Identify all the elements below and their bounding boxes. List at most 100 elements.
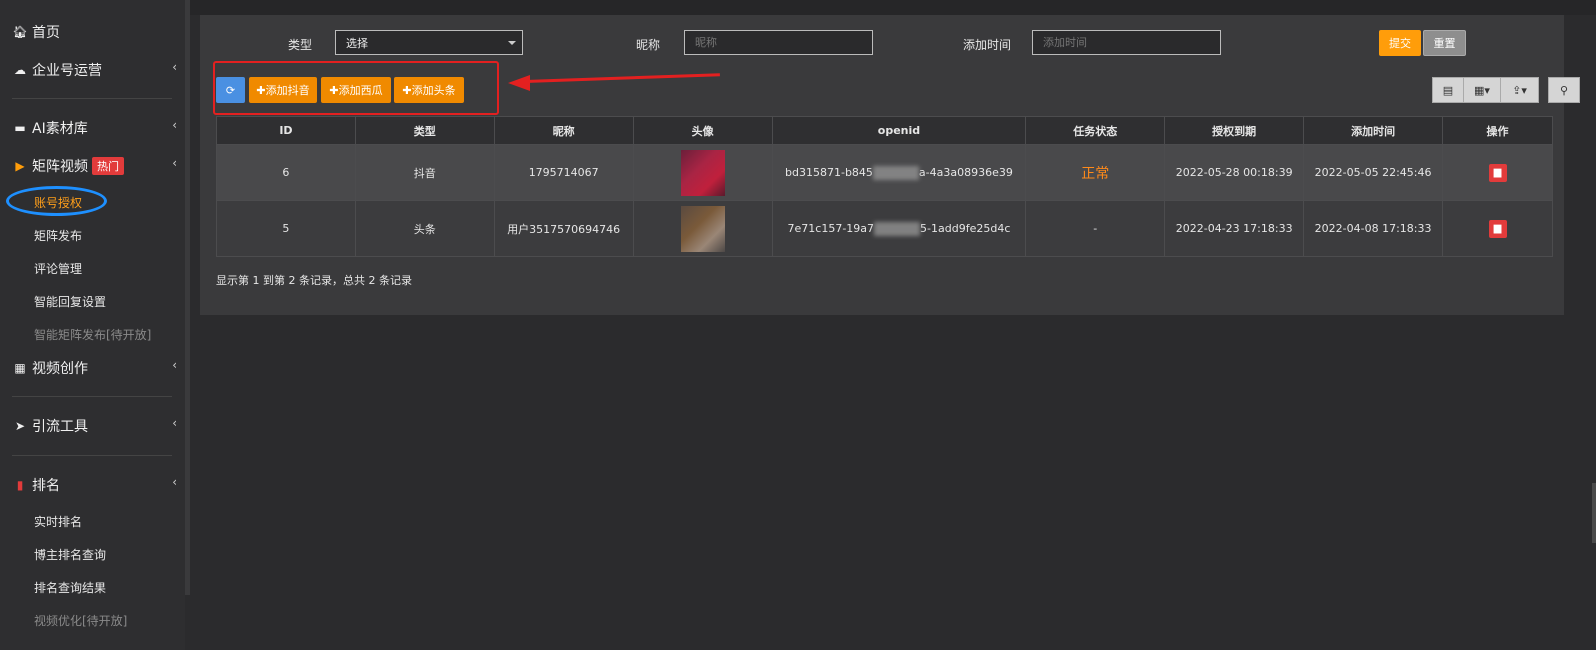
openid-suffix: a-4a3a08936e39	[918, 165, 1013, 179]
type-select-value: 选择	[346, 37, 368, 50]
nav-ai-material-label: AI素材库	[32, 121, 88, 137]
nav-ranking[interactable]: ▮ 排名 ‹	[12, 475, 177, 495]
nav-video-create[interactable]: ▦ 视频创作 ‹	[12, 358, 177, 378]
paper-plane-icon: ➤	[14, 419, 26, 433]
table-row[interactable]: 6 抖音 1795714067 bd315871-b845 a-4a3a08936…	[216, 144, 1553, 201]
openid-prefix: 7e71c157-19a7	[787, 221, 875, 235]
nav-traffic-tool-label: 引流工具	[32, 419, 88, 435]
nav-matrix-video[interactable]: ▶ 矩阵视频 热门 ‹	[12, 156, 177, 176]
cell-openid: bd315871-b845 a-4a3a08936e39	[771, 144, 1027, 201]
chevron-left-icon: ‹	[172, 416, 177, 430]
accounts-table: ID 类型 昵称 头像 openid 任务状态 授权到期 添加时间 操作 6 抖…	[216, 116, 1553, 257]
pagination-info: 显示第 1 到第 2 条记录，总共 2 条记录	[216, 274, 412, 287]
cell-id: 5	[216, 200, 356, 257]
nav-ai-material[interactable]: ▬ AI素材库 ‹	[12, 118, 177, 138]
cell-expire: 2022-04-23 17:18:33	[1164, 200, 1305, 257]
cell-nickname: 用户3517570694746	[493, 200, 634, 257]
nav-home-label: 首页	[32, 25, 60, 41]
table-row[interactable]: 5 头条 用户3517570694746 7e71c157-19a7 5-1add…	[216, 200, 1553, 257]
redaction-blur	[872, 165, 919, 180]
columns-dropdown-button[interactable]: ▦▾	[1463, 77, 1501, 103]
addtime-input[interactable]	[1032, 30, 1221, 55]
nav-video-create-label: 视频创作	[32, 361, 88, 377]
cell-type: 抖音	[354, 144, 495, 201]
sidebar-item-smart-reply[interactable]: 智能回复设置	[34, 293, 106, 310]
bar-chart-icon: ▮	[16, 478, 24, 492]
cell-status: -	[1025, 200, 1166, 257]
chevron-left-icon: ‹	[172, 358, 177, 372]
hot-badge: 热门	[92, 157, 124, 175]
cell-actions: ▆	[1442, 144, 1553, 201]
cell-openid: 7e71c157-19a7 5-1add9fe25d4c	[771, 200, 1027, 257]
nav-enterprise[interactable]: ☁ 企业号运营 ‹	[12, 60, 177, 80]
column-header[interactable]: ID	[216, 116, 356, 145]
trash-icon: ▆	[1493, 167, 1502, 178]
folder-icon: ▬	[14, 121, 26, 135]
openid-prefix: bd315871-b845	[785, 165, 873, 179]
sidebar: 🏠︎ 首页 ☁ 企业号运营 ‹ ▬ AI素材库 ‹ ▶ 矩阵视频 热门 ‹ 账号…	[0, 0, 185, 650]
chevron-left-icon: ‹	[172, 475, 177, 489]
addtime-label: 添加时间	[963, 38, 1012, 52]
reset-button[interactable]: 重置	[1423, 30, 1466, 56]
cell-actions: ▆	[1442, 200, 1553, 257]
column-header[interactable]: 类型	[354, 116, 495, 145]
nav-home[interactable]: 🏠︎ 首页	[12, 22, 177, 42]
status-text: 正常	[1081, 165, 1110, 182]
cell-added: 2022-04-08 17:18:33	[1303, 200, 1444, 257]
openid-suffix: 5-1add9fe25d4c	[920, 221, 1011, 235]
delete-button[interactable]: ▆	[1488, 219, 1507, 238]
type-select[interactable]: 选择	[335, 30, 523, 55]
cell-added: 2022-05-05 22:45:46	[1303, 144, 1444, 201]
submit-button[interactable]: 提交	[1379, 30, 1421, 56]
chevron-left-icon: ‹	[172, 60, 177, 74]
search-button[interactable]: ⚲	[1548, 77, 1580, 103]
grid-icon: ▦▾	[1474, 83, 1490, 97]
export-icon: ⇪▾	[1512, 83, 1527, 97]
nav-traffic-tool[interactable]: ➤ 引流工具 ‹	[12, 416, 177, 436]
cell-id: 6	[216, 144, 356, 201]
delete-button[interactable]: ▆	[1488, 163, 1507, 182]
sidebar-item-comment-manage[interactable]: 评论管理	[34, 260, 82, 277]
sidebar-item-rank-result[interactable]: 排名查询结果	[34, 579, 106, 596]
sidebar-item-blogger-rank[interactable]: 博主排名查询	[34, 546, 106, 563]
nickname-label: 昵称	[636, 38, 661, 52]
type-label: 类型	[288, 38, 313, 52]
list-icon: ▤	[1442, 83, 1454, 97]
sidebar-item-realtime-rank[interactable]: 实时排名	[34, 513, 82, 530]
nav-enterprise-label: 企业号运营	[32, 63, 102, 79]
cell-expire: 2022-05-28 00:18:39	[1164, 144, 1305, 201]
nickname-input[interactable]	[684, 30, 873, 55]
nav-ranking-label: 排名	[32, 478, 60, 494]
sidebar-item-video-optimize: 视频优化[待开放]	[34, 614, 128, 628]
column-header[interactable]: 头像	[632, 116, 773, 145]
film-icon: ▦	[14, 361, 26, 375]
sidebar-scrollbar[interactable]	[185, 0, 190, 595]
right-edge-handle[interactable]	[1592, 483, 1596, 543]
redaction-blur	[874, 221, 921, 236]
chevron-down-icon	[508, 41, 516, 45]
nav-matrix-video-label: 矩阵视频	[32, 159, 88, 175]
toggle-view-button[interactable]: ▤	[1432, 77, 1464, 103]
sidebar-item-smart-matrix: 智能矩阵发布[待开放]	[34, 328, 152, 342]
top-strip	[190, 0, 1596, 15]
sidebar-item-matrix-publish[interactable]: 矩阵发布	[34, 227, 82, 244]
home-icon: 🏠︎	[12, 25, 28, 39]
cell-avatar	[632, 200, 773, 257]
avatar	[680, 149, 725, 196]
trash-icon: ▆	[1493, 223, 1502, 234]
highlight-circle	[6, 186, 107, 216]
divider	[12, 455, 172, 456]
cell-avatar	[632, 144, 773, 201]
cloud-icon: ☁	[14, 63, 26, 77]
column-header[interactable]: 授权到期	[1164, 116, 1305, 145]
column-header[interactable]: 操作	[1442, 116, 1553, 145]
column-header[interactable]: 添加时间	[1303, 116, 1444, 145]
cell-nickname: 1795714067	[493, 144, 634, 201]
column-header[interactable]: openid	[771, 116, 1027, 145]
export-dropdown-button[interactable]: ⇪▾	[1500, 77, 1539, 103]
avatar	[680, 205, 725, 252]
column-header[interactable]: 昵称	[493, 116, 634, 145]
annotation-arrow-head	[508, 75, 530, 91]
cell-type: 头条	[354, 200, 495, 257]
column-header[interactable]: 任务状态	[1025, 116, 1166, 145]
